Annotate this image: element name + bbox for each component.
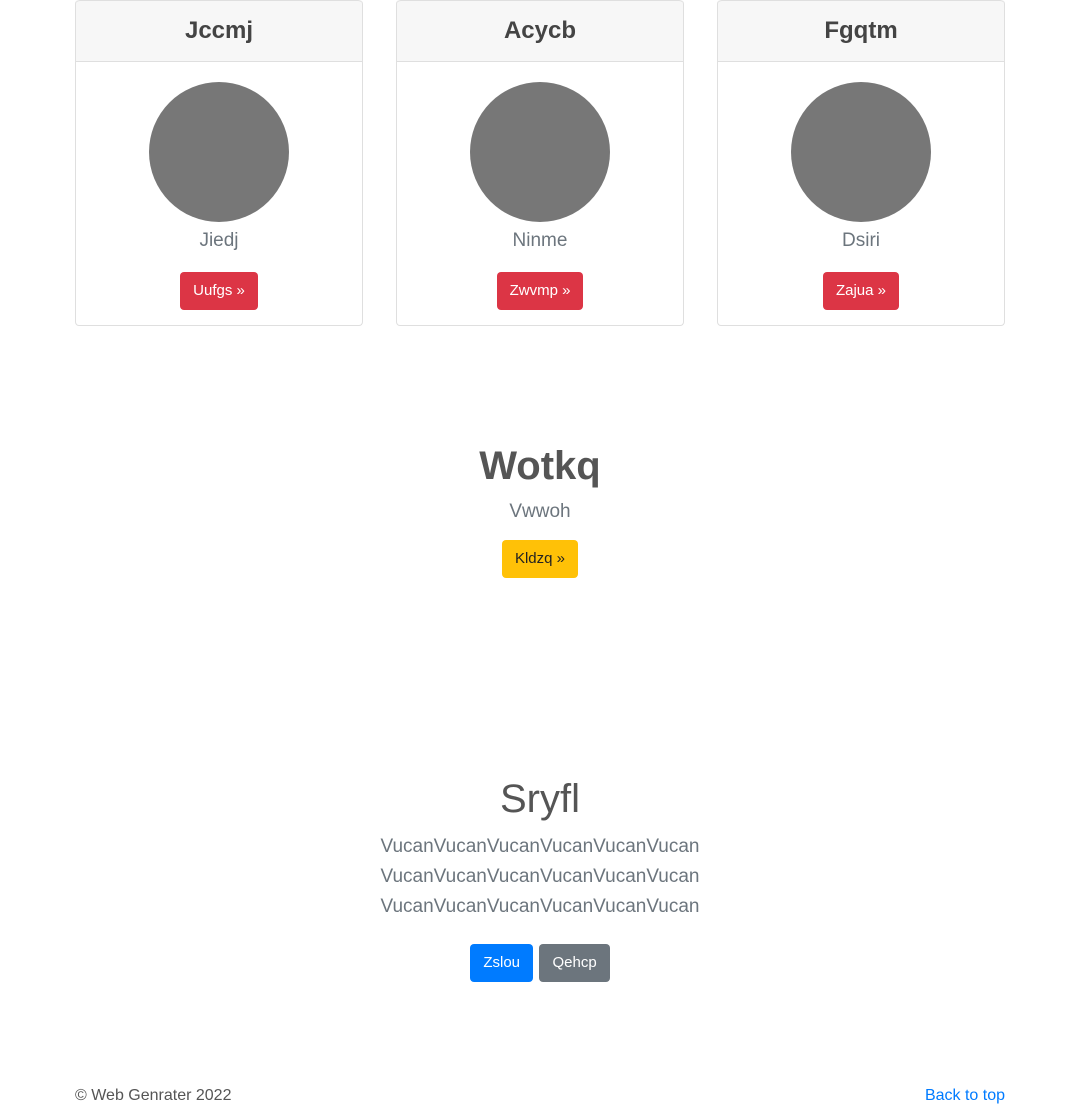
- card: Fgqtm Dsiri Zajua »: [717, 0, 1005, 326]
- card: Jccmj Jiedj Uufgs »: [75, 0, 363, 326]
- feature-button[interactable]: Kldzq »: [501, 540, 579, 578]
- card-action-button[interactable]: Uufgs »: [180, 272, 258, 310]
- hero-section: Sryfl VucanVucanVucanVucanVucanVucanVuca…: [0, 772, 1080, 982]
- card-title: Jccmj: [76, 0, 362, 62]
- avatar-image: [149, 82, 289, 222]
- avatar-image: [470, 82, 610, 222]
- card-subtitle: Dsiri: [842, 230, 880, 251]
- card-title: Acycb: [397, 0, 683, 62]
- card-action-button[interactable]: Zwvmp »: [496, 272, 584, 310]
- avatar-image: [791, 82, 931, 222]
- card-action-button[interactable]: Zajua »: [822, 272, 900, 310]
- secondary-button[interactable]: Qehcp: [539, 944, 610, 982]
- feature-subtitle: Vwwoh: [509, 501, 571, 522]
- footer: © Web Genrater 2022 Back to top: [75, 1084, 1005, 1108]
- card-deck: Jccmj Jiedj Uufgs » Acycb Ninme Zwvmp » …: [75, 0, 1005, 326]
- hero-heading: Sryfl: [500, 777, 580, 821]
- back-to-top-link[interactable]: Back to top: [925, 1084, 1005, 1108]
- card: Acycb Ninme Zwvmp »: [396, 0, 684, 326]
- feature-section: Wotkq Vwwoh Kldzq »: [0, 440, 1080, 578]
- feature-heading: Wotkq: [479, 444, 601, 488]
- copyright-text: © Web Genrater 2022: [75, 1087, 232, 1104]
- hero-buttons: Zslou Qehcp: [0, 944, 1080, 982]
- primary-button[interactable]: Zslou: [470, 944, 534, 982]
- card-subtitle: Ninme: [512, 230, 568, 251]
- card-subtitle: Jiedj: [199, 230, 239, 251]
- hero-lead: VucanVucanVucanVucanVucanVucanVucanVucan…: [380, 836, 700, 917]
- card-title: Fgqtm: [718, 0, 1004, 62]
